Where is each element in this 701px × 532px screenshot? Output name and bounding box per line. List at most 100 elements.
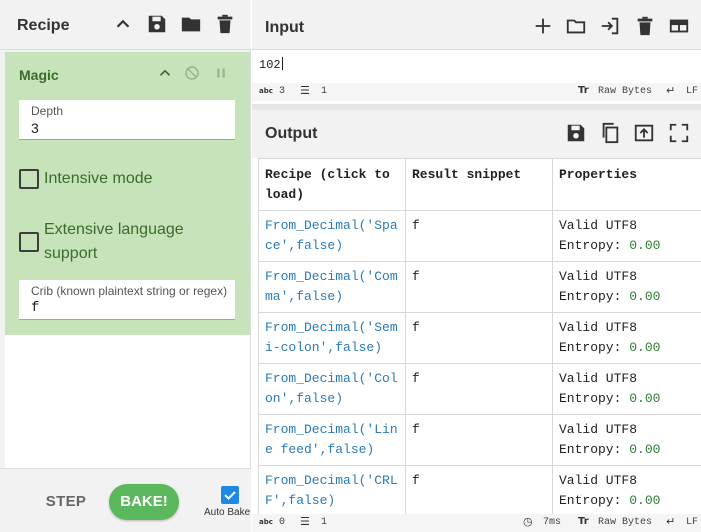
encoding-icon[interactable]: Tr (578, 85, 589, 96)
crib-value[interactable]: f (31, 300, 39, 316)
input-header: Input (252, 0, 701, 50)
table-header-row: Recipe (click to load) Result snippet Pr… (258, 158, 701, 211)
trash-icon[interactable] (634, 15, 656, 37)
recipe-pane: Recipe Magic Depth 3 Intensive mode Exte… (0, 0, 251, 532)
entropy-label: Entropy: (559, 442, 622, 457)
recipe-load-link[interactable]: From_Decimal('CRLF',false) (258, 465, 406, 517)
recipe-load-link[interactable]: From_Decimal('Semi-colon',false) (258, 312, 406, 364)
output-encoding[interactable]: Raw Bytes (598, 517, 652, 528)
chevron-up-icon[interactable] (156, 64, 174, 82)
folder-icon[interactable] (565, 15, 587, 37)
magic-results-table: Recipe (click to load) Result snippet Pr… (258, 158, 701, 517)
output-status-bar: abc 0 ☰ 1 ◷ 7ms Tr Raw Bytes ↵ LF (252, 514, 701, 532)
result-properties: Valid UTF8 Entropy: 0.00 (552, 261, 701, 313)
entropy-label: Entropy: (559, 289, 622, 304)
layout-icon[interactable] (668, 15, 690, 37)
depth-value[interactable]: 3 (31, 120, 39, 136)
length-icon: abc (259, 518, 273, 526)
entropy-value: 0.00 (629, 442, 661, 457)
copy-icon[interactable] (599, 122, 621, 144)
utf8-status: Valid UTF8 (559, 422, 638, 437)
disable-icon[interactable] (183, 64, 201, 82)
entropy-value: 0.00 (629, 289, 661, 304)
encoding-icon[interactable]: Tr (578, 516, 589, 527)
depth-label: Depth (31, 104, 64, 118)
entropy-line: Entropy: 0.00 (559, 491, 695, 511)
entropy-value: 0.00 (629, 340, 661, 355)
maximize-icon[interactable] (668, 122, 690, 144)
operation-title: Magic (19, 67, 59, 83)
auto-bake-checkbox[interactable] (221, 486, 239, 504)
intensive-mode-checkbox[interactable] (19, 169, 39, 189)
input-file-icon[interactable] (599, 15, 621, 37)
result-snippet: f (405, 261, 553, 313)
entropy-value: 0.00 (629, 391, 661, 406)
result-snippet: f (405, 210, 553, 262)
bake-controls: STEP BAKE! Auto Bake (0, 468, 251, 532)
length-icon: abc (259, 87, 273, 95)
utf8-status: Valid UTF8 (559, 371, 638, 386)
recipe-header: Recipe (0, 0, 251, 50)
recipe-load-link[interactable]: From_Decimal('Colon',false) (258, 363, 406, 415)
recipe-load-link[interactable]: From_Decimal('Space',false) (258, 210, 406, 262)
depth-field[interactable]: Depth 3 (19, 100, 235, 140)
output-eol[interactable]: LF (686, 517, 698, 528)
bake-button[interactable]: BAKE! (109, 484, 179, 520)
pause-icon[interactable] (212, 64, 230, 82)
result-properties: Valid UTF8 Entropy: 0.00 (552, 312, 701, 364)
bake-time: 7ms (543, 517, 562, 528)
entropy-line: Entropy: 0.00 (559, 338, 695, 358)
column-header-properties: Properties (552, 158, 701, 211)
save-icon[interactable] (146, 13, 168, 35)
utf8-status: Valid UTF8 (559, 218, 638, 233)
clock-icon: ◷ (523, 515, 533, 528)
result-properties: Valid UTF8 Entropy: 0.00 (552, 210, 701, 262)
extensive-language-checkbox[interactable] (19, 232, 39, 252)
result-snippet: f (405, 414, 553, 466)
result-snippet: f (405, 363, 553, 415)
chevron-up-icon[interactable] (112, 13, 134, 35)
recipe-load-link[interactable]: From_Decimal('Comma',false) (258, 261, 406, 313)
recipe-load-link[interactable]: From_Decimal('Line feed',false) (258, 414, 406, 466)
input-textarea[interactable]: 102 (259, 57, 283, 72)
output-length: 0 (279, 517, 286, 528)
crib-field[interactable]: Crib (known plaintext string or regex) f (19, 280, 235, 320)
folder-icon[interactable] (180, 13, 202, 35)
table-row: From_Decimal('Space',false) f Valid UTF8 En… (258, 210, 701, 262)
result-snippet: f (405, 465, 553, 517)
entropy-value: 0.00 (629, 493, 661, 508)
entropy-value: 0.00 (629, 238, 661, 253)
step-button[interactable]: STEP (38, 493, 94, 510)
plus-icon[interactable] (532, 15, 554, 37)
recipe-list: Magic Depth 3 Intensive mode Extensive l… (5, 52, 250, 468)
entropy-line: Entropy: 0.00 (559, 287, 695, 307)
result-properties: Valid UTF8 Entropy: 0.00 (552, 465, 701, 517)
input-lines: 1 (321, 86, 328, 97)
table-row: From_Decimal('Comma',false) f Valid UTF8 En… (258, 261, 701, 313)
utf8-status: Valid UTF8 (559, 320, 638, 335)
input-length: 3 (279, 86, 286, 97)
lines-icon: ☰ (300, 84, 310, 97)
input-eol[interactable]: LF (686, 86, 698, 97)
input-encoding[interactable]: Raw Bytes (598, 86, 652, 97)
entropy-line: Entropy: 0.00 (559, 236, 695, 256)
column-header-recipe: Recipe (click to load) (258, 158, 406, 211)
entropy-label: Entropy: (559, 340, 622, 355)
entropy-label: Entropy: (559, 391, 622, 406)
eol-icon: ↵ (666, 84, 676, 97)
trash-icon[interactable] (214, 13, 236, 35)
eol-icon: ↵ (666, 515, 676, 528)
crib-label: Crib (known plaintext string or regex) (31, 284, 228, 298)
result-properties: Valid UTF8 Entropy: 0.00 (552, 414, 701, 466)
replace-input-icon[interactable] (633, 122, 655, 144)
utf8-status: Valid UTF8 (559, 473, 638, 488)
recipe-title: Recipe (17, 17, 70, 34)
save-icon[interactable] (565, 122, 587, 144)
input-text-value[interactable]: 102 (259, 58, 281, 72)
output-header: Output (252, 110, 701, 158)
output-lines: 1 (321, 517, 328, 528)
result-snippet: f (405, 312, 553, 364)
utf8-status: Valid UTF8 (559, 269, 638, 284)
input-title: Input (265, 19, 305, 36)
operation-magic[interactable]: Magic Depth 3 Intensive mode Extensive l… (5, 52, 250, 335)
